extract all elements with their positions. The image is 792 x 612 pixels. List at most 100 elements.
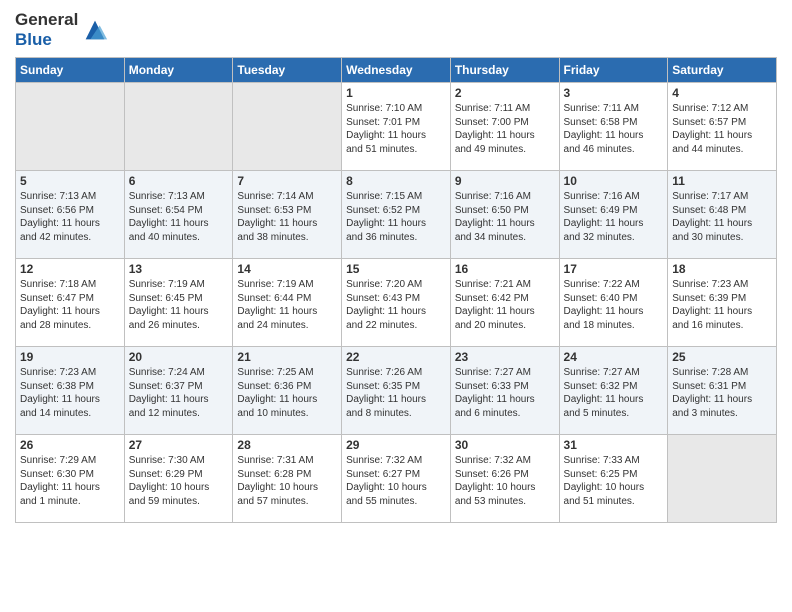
calendar-cell: 23 Sunrise: 7:27 AM Sunset: 6:33 PM Dayli… <box>450 347 559 435</box>
week-row-3: 19Sunrise: 7:23 AM Sunset: 6:38 PM Dayli… <box>16 347 777 435</box>
calendar-cell: 7 Sunrise: 7:14 AM Sunset: 6:53 PM Daylig… <box>233 171 342 259</box>
cell-info: Sunrise: 7:30 AM Sunset: 6:29 PM Dayligh… <box>129 454 229 508</box>
calendar-cell: 17 Sunrise: 7:22 AM Sunset: 6:40 PM Dayli… <box>559 259 668 347</box>
cell-info: Sunrise: 7:12 AM Sunset: 6:57 PM Dayligh… <box>672 102 772 156</box>
day-number: 28 <box>237 438 337 452</box>
cell-info: Sunrise: 7:32 AM Sunset: 6:27 PM Dayligh… <box>346 454 446 508</box>
cell-info: Sunrise: 7:32 AM Sunset: 6:26 PM Dayligh… <box>455 454 555 508</box>
day-number: 24 <box>564 350 664 364</box>
day-header-thursday: Thursday <box>450 58 559 83</box>
day-header-tuesday: Tuesday <box>233 58 342 83</box>
cell-info: Sunrise: 7:31 AM Sunset: 6:28 PM Dayligh… <box>237 454 337 508</box>
calendar-cell: 29 Sunrise: 7:32 AM Sunset: 6:27 PM Dayli… <box>342 435 451 523</box>
calendar-cell: 22 Sunrise: 7:26 AM Sunset: 6:35 PM Dayli… <box>342 347 451 435</box>
cell-info: Sunrise: 7:21 AM Sunset: 6:42 PM Dayligh… <box>455 278 555 332</box>
day-number: 27 <box>129 438 229 452</box>
day-number: 4 <box>672 86 772 100</box>
calendar-cell: 30 Sunrise: 7:32 AM Sunset: 6:26 PM Dayli… <box>450 435 559 523</box>
day-number: 23 <box>455 350 555 364</box>
calendar-header-row: SundayMondayTuesdayWednesdayThursdayFrid… <box>16 58 777 83</box>
cell-info: Sunrise: 7:33 AM Sunset: 6:25 PM Dayligh… <box>564 454 664 508</box>
calendar-table: SundayMondayTuesdayWednesdayThursdayFrid… <box>15 57 777 523</box>
day-header-saturday: Saturday <box>668 58 777 83</box>
day-number: 22 <box>346 350 446 364</box>
logo-icon <box>81 16 109 44</box>
calendar-cell: 31 Sunrise: 7:33 AM Sunset: 6:25 PM Dayli… <box>559 435 668 523</box>
day-number: 11 <box>672 174 772 188</box>
calendar-cell: 26Sunrise: 7:29 AM Sunset: 6:30 PM Dayli… <box>16 435 125 523</box>
calendar-cell: 15 Sunrise: 7:20 AM Sunset: 6:43 PM Dayli… <box>342 259 451 347</box>
calendar-cell: 27 Sunrise: 7:30 AM Sunset: 6:29 PM Dayli… <box>124 435 233 523</box>
calendar-cell: 5 Sunrise: 7:13 AM Sunset: 6:56 PM Daylig… <box>16 171 125 259</box>
calendar-cell: 12Sunrise: 7:18 AM Sunset: 6:47 PM Dayli… <box>16 259 125 347</box>
day-header-friday: Friday <box>559 58 668 83</box>
day-number: 3 <box>564 86 664 100</box>
cell-info: Sunrise: 7:23 AM Sunset: 6:39 PM Dayligh… <box>672 278 772 332</box>
cell-info: Sunrise: 7:27 AM Sunset: 6:33 PM Dayligh… <box>455 366 555 420</box>
week-row-0: 1Sunrise: 7:10 AM Sunset: 7:01 PM Daylig… <box>16 83 777 171</box>
day-number: 14 <box>237 262 337 276</box>
day-number: 7 <box>237 174 337 188</box>
day-header-monday: Monday <box>124 58 233 83</box>
calendar-cell: 24 Sunrise: 7:27 AM Sunset: 6:32 PM Dayli… <box>559 347 668 435</box>
page-header: General Blue <box>15 10 777 49</box>
calendar-cell: 8Sunrise: 7:15 AM Sunset: 6:52 PM Daylig… <box>342 171 451 259</box>
day-number: 8 <box>346 174 446 188</box>
cell-info: Sunrise: 7:27 AM Sunset: 6:32 PM Dayligh… <box>564 366 664 420</box>
cell-info: Sunrise: 7:17 AM Sunset: 6:48 PM Dayligh… <box>672 190 772 244</box>
cell-info: Sunrise: 7:19 AM Sunset: 6:44 PM Dayligh… <box>237 278 337 332</box>
day-number: 5 <box>20 174 120 188</box>
day-number: 21 <box>237 350 337 364</box>
logo-general: General <box>15 10 78 30</box>
cell-info: Sunrise: 7:20 AM Sunset: 6:43 PM Dayligh… <box>346 278 446 332</box>
cell-info: Sunrise: 7:18 AM Sunset: 6:47 PM Dayligh… <box>20 278 120 332</box>
calendar-body: 1Sunrise: 7:10 AM Sunset: 7:01 PM Daylig… <box>16 83 777 523</box>
cell-info: Sunrise: 7:10 AM Sunset: 7:01 PM Dayligh… <box>346 102 446 156</box>
week-row-2: 12Sunrise: 7:18 AM Sunset: 6:47 PM Dayli… <box>16 259 777 347</box>
cell-info: Sunrise: 7:14 AM Sunset: 6:53 PM Dayligh… <box>237 190 337 244</box>
day-number: 9 <box>455 174 555 188</box>
cell-info: Sunrise: 7:19 AM Sunset: 6:45 PM Dayligh… <box>129 278 229 332</box>
day-number: 16 <box>455 262 555 276</box>
cell-info: Sunrise: 7:24 AM Sunset: 6:37 PM Dayligh… <box>129 366 229 420</box>
calendar-cell: 10 Sunrise: 7:16 AM Sunset: 6:49 PM Dayli… <box>559 171 668 259</box>
cell-info: Sunrise: 7:28 AM Sunset: 6:31 PM Dayligh… <box>672 366 772 420</box>
calendar-cell: 14 Sunrise: 7:19 AM Sunset: 6:44 PM Dayli… <box>233 259 342 347</box>
day-header-wednesday: Wednesday <box>342 58 451 83</box>
calendar-cell: 18 Sunrise: 7:23 AM Sunset: 6:39 PM Dayli… <box>668 259 777 347</box>
calendar-cell: 21Sunrise: 7:25 AM Sunset: 6:36 PM Dayli… <box>233 347 342 435</box>
day-number: 31 <box>564 438 664 452</box>
day-number: 25 <box>672 350 772 364</box>
day-header-sunday: Sunday <box>16 58 125 83</box>
calendar-cell: 6Sunrise: 7:13 AM Sunset: 6:54 PM Daylig… <box>124 171 233 259</box>
day-number: 6 <box>129 174 229 188</box>
cell-info: Sunrise: 7:11 AM Sunset: 7:00 PM Dayligh… <box>455 102 555 156</box>
day-number: 26 <box>20 438 120 452</box>
day-number: 19 <box>20 350 120 364</box>
calendar-cell: 1Sunrise: 7:10 AM Sunset: 7:01 PM Daylig… <box>342 83 451 171</box>
day-number: 20 <box>129 350 229 364</box>
calendar-cell: 13 Sunrise: 7:19 AM Sunset: 6:45 PM Dayli… <box>124 259 233 347</box>
day-number: 13 <box>129 262 229 276</box>
calendar-cell <box>668 435 777 523</box>
calendar-cell <box>233 83 342 171</box>
cell-info: Sunrise: 7:16 AM Sunset: 6:50 PM Dayligh… <box>455 190 555 244</box>
cell-info: Sunrise: 7:26 AM Sunset: 6:35 PM Dayligh… <box>346 366 446 420</box>
day-number: 18 <box>672 262 772 276</box>
cell-info: Sunrise: 7:22 AM Sunset: 6:40 PM Dayligh… <box>564 278 664 332</box>
day-number: 2 <box>455 86 555 100</box>
day-number: 29 <box>346 438 446 452</box>
calendar-cell: 4 Sunrise: 7:12 AM Sunset: 6:57 PM Daylig… <box>668 83 777 171</box>
cell-info: Sunrise: 7:13 AM Sunset: 6:56 PM Dayligh… <box>20 190 120 244</box>
cell-info: Sunrise: 7:16 AM Sunset: 6:49 PM Dayligh… <box>564 190 664 244</box>
day-number: 30 <box>455 438 555 452</box>
logo-blue: Blue <box>15 30 78 50</box>
calendar-cell: 16 Sunrise: 7:21 AM Sunset: 6:42 PM Dayli… <box>450 259 559 347</box>
week-row-4: 26Sunrise: 7:29 AM Sunset: 6:30 PM Dayli… <box>16 435 777 523</box>
day-number: 17 <box>564 262 664 276</box>
calendar-cell: 3Sunrise: 7:11 AM Sunset: 6:58 PM Daylig… <box>559 83 668 171</box>
day-number: 15 <box>346 262 446 276</box>
week-row-1: 5 Sunrise: 7:13 AM Sunset: 6:56 PM Daylig… <box>16 171 777 259</box>
calendar-cell <box>16 83 125 171</box>
day-number: 10 <box>564 174 664 188</box>
